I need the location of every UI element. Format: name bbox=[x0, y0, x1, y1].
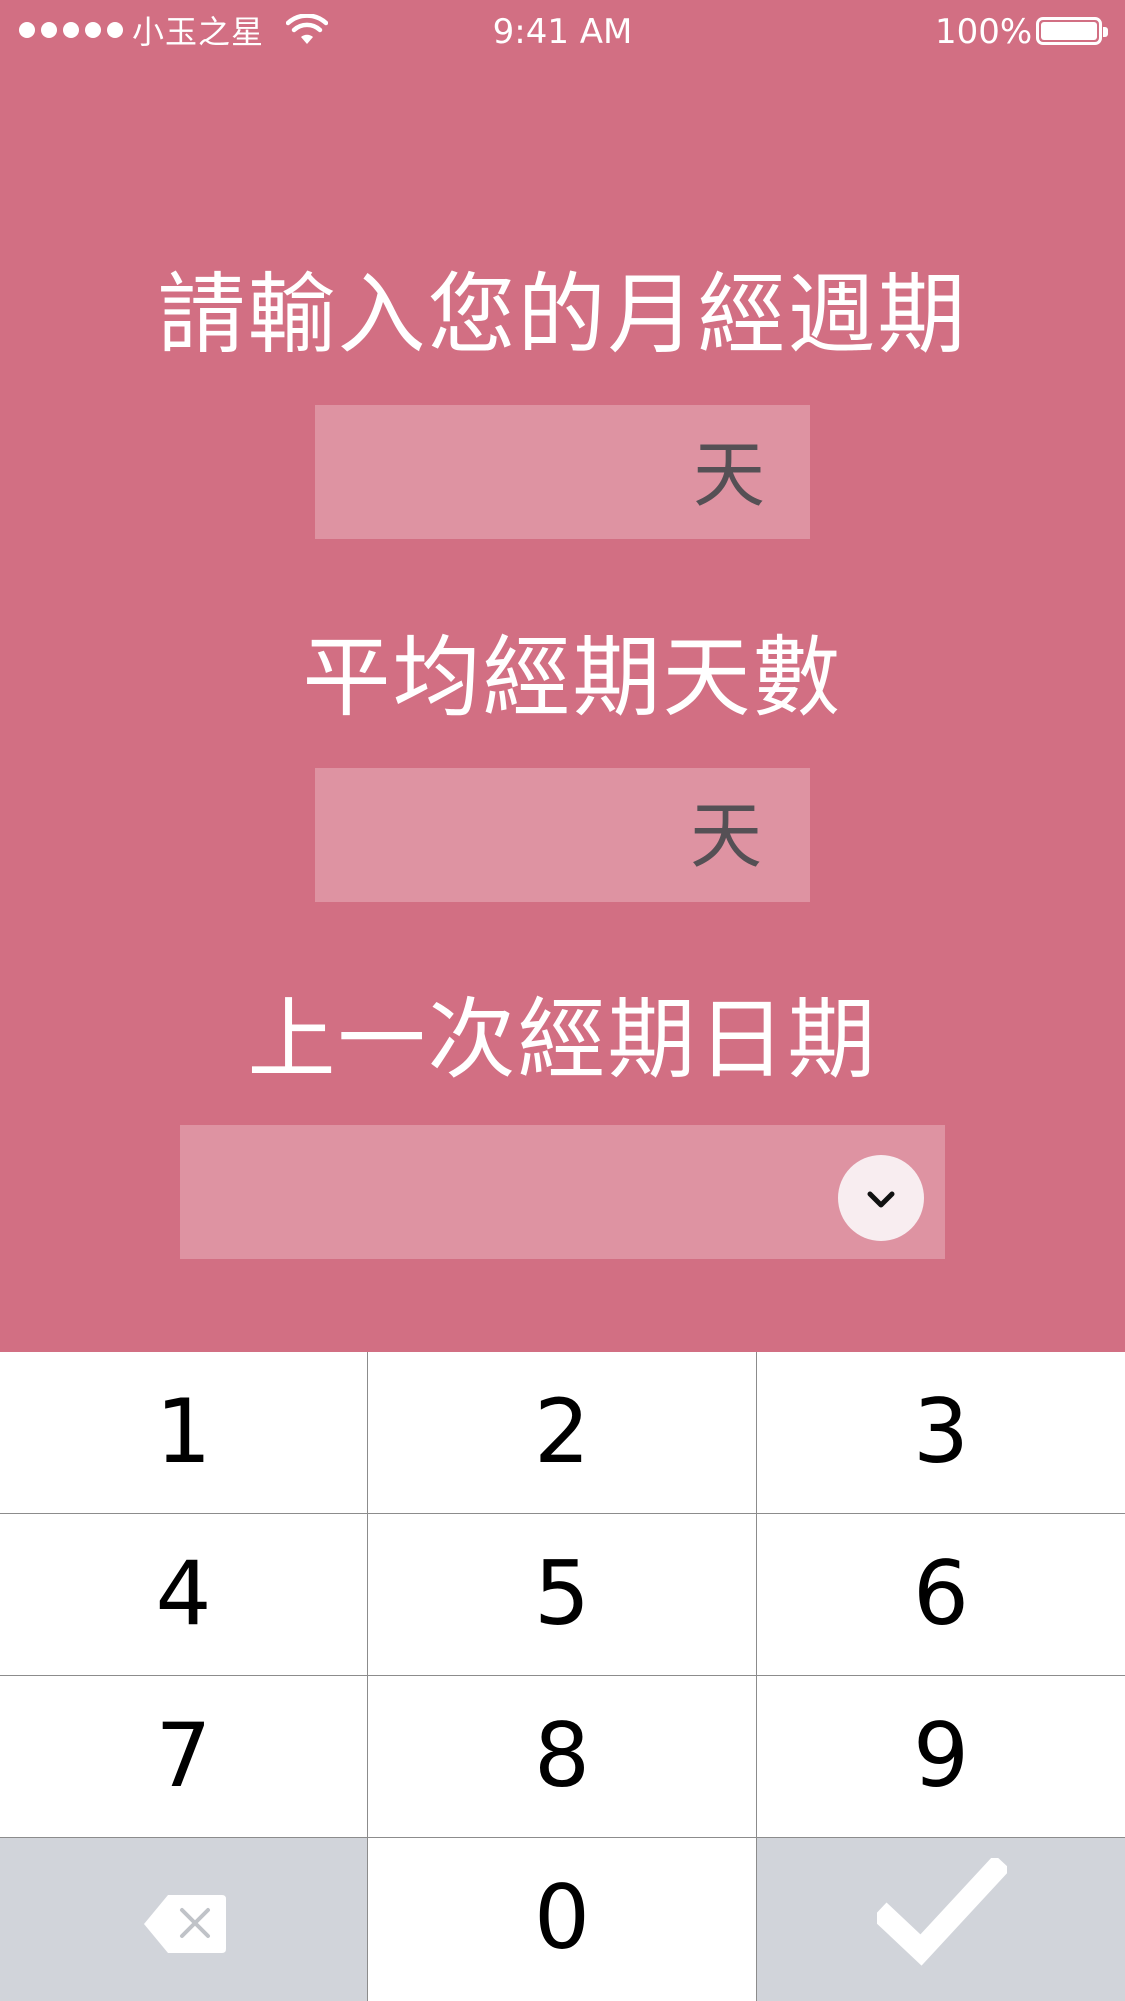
backspace-icon bbox=[144, 1895, 226, 1953]
key-2[interactable]: 2 bbox=[368, 1352, 756, 1513]
chevron-down-icon bbox=[867, 1191, 895, 1208]
key-5[interactable]: 5 bbox=[368, 1514, 756, 1675]
period-length-label: 平均經期天數 bbox=[302, 626, 843, 729]
key-0[interactable]: 0 bbox=[368, 1838, 756, 2001]
key-7[interactable]: 7 bbox=[0, 1676, 367, 1837]
screen: 小玉之星 9:41 AM 100% 請輸入您的月經週期 天 平均經期天數 天 上… bbox=[0, 0, 1125, 2001]
confirm-key[interactable] bbox=[757, 1838, 1125, 2001]
cycle-length-label: 請輸入您的月經週期 bbox=[157, 263, 968, 366]
numeric-keypad: 1 2 3 4 5 6 7 8 9 0 bbox=[0, 1352, 1125, 2001]
key-1[interactable]: 1 bbox=[0, 1352, 367, 1513]
battery-percent: 100% bbox=[935, 12, 1033, 52]
battery-icon bbox=[1036, 17, 1108, 45]
status-bar: 小玉之星 9:41 AM 100% bbox=[0, 0, 1125, 66]
last-period-label: 上一次經期日期 bbox=[247, 988, 878, 1091]
period-length-unit: 天 bbox=[690, 794, 763, 878]
key-8[interactable]: 8 bbox=[368, 1676, 756, 1837]
dropdown-button[interactable] bbox=[838, 1155, 924, 1241]
checkmark-icon bbox=[877, 1858, 1007, 1966]
period-length-input[interactable]: 天 bbox=[315, 768, 810, 902]
last-period-date-select[interactable] bbox=[180, 1125, 945, 1259]
cycle-length-unit: 天 bbox=[693, 433, 766, 517]
cycle-length-input[interactable]: 天 bbox=[315, 405, 810, 539]
delete-key[interactable] bbox=[0, 1838, 367, 2001]
key-9[interactable]: 9 bbox=[757, 1676, 1125, 1837]
key-3[interactable]: 3 bbox=[757, 1352, 1125, 1513]
key-6[interactable]: 6 bbox=[757, 1514, 1125, 1675]
key-4[interactable]: 4 bbox=[0, 1514, 367, 1675]
